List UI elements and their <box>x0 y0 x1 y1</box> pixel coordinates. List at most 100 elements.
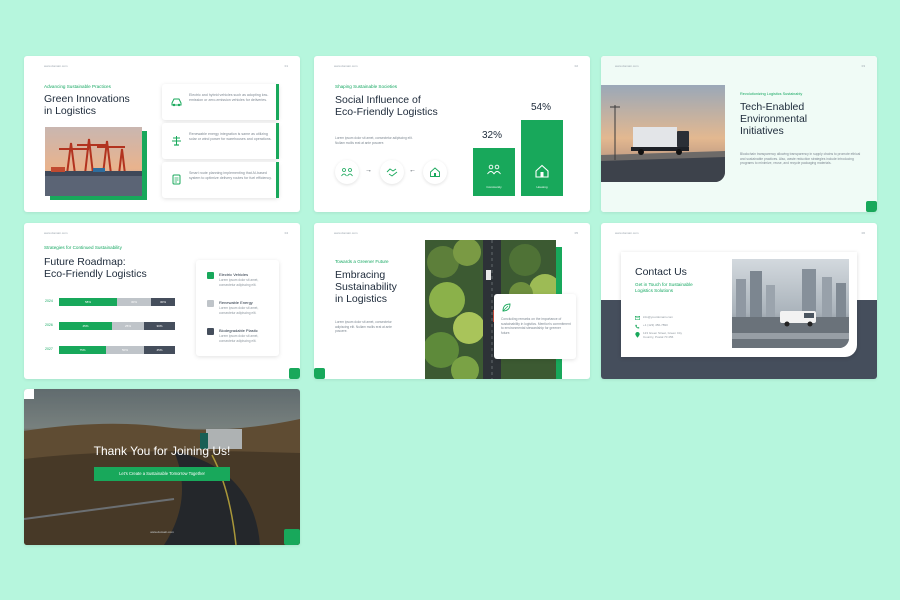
roadmap-bar-row: 2026 45% 25% 30% <box>45 322 199 330</box>
innovation-card-1: Electric and hybrid vehicles such as ado… <box>162 84 279 120</box>
contact-title: Contact Us <box>635 266 687 278</box>
checkbox-biodegradable <box>207 328 214 340</box>
slide-page-number: 02 <box>574 64 578 68</box>
arrow-left-icon: ← <box>409 167 416 174</box>
segment-renewable: 30% <box>117 298 151 306</box>
legend-body: Lorem ipsum dolor sit amet, consectetur … <box>219 278 259 287</box>
slide-title-line3: in Logistics <box>335 293 387 305</box>
segment-biodegradable: 45% <box>144 346 175 354</box>
handshake-icon <box>386 168 398 177</box>
slide-url: www.domain.com <box>615 231 639 235</box>
segment-electric: 58% <box>59 298 117 306</box>
slide-title-line2: Eco-Friendly Logistics <box>44 268 147 280</box>
stat-value-housing: 54% <box>531 102 552 113</box>
contact-address-line2: Country, Postal 70 456 <box>643 335 674 339</box>
card-accent-bar <box>276 123 279 159</box>
corner-accent <box>284 529 300 545</box>
eyebrow-text: Shaping Sustainable Societies <box>335 84 398 89</box>
segment-biodegradable: 30% <box>151 298 175 306</box>
email-icon <box>635 316 640 320</box>
port-cranes-photo <box>45 127 142 196</box>
people-icon <box>487 164 501 175</box>
body-text: Lorem ipsum dolor sit amet, consectetur … <box>335 136 413 145</box>
contact-subtitle-line1: Get in Touch for Sustainable <box>635 282 693 287</box>
legend-card: Electric Vehicles Lorem ipsum dolor sit … <box>196 260 279 356</box>
slide-thank-you[interactable]: Thank You for Joining Us! Let's Create a… <box>24 389 300 545</box>
segment-electric: 75% <box>59 346 106 354</box>
slide-title-line1: Social Influence of <box>335 94 421 106</box>
slide-page-number: 04 <box>284 231 288 235</box>
row-year: 2027 <box>45 347 53 351</box>
slide-embracing-sustainability[interactable]: www.domain.com 05 Towards a Greener Futu… <box>314 223 590 379</box>
row-year: 2026 <box>45 323 53 327</box>
segment-biodegradable: 30% <box>144 322 175 330</box>
bar-housing: Housing <box>521 120 563 196</box>
body-text: Lorem ipsum dolor sit amet, consectetur … <box>335 320 392 334</box>
slide-page-number: 05 <box>574 231 578 235</box>
house-icon <box>430 167 440 177</box>
cta-banner[interactable]: Let's Create a Sustainable Tomorrow Toge… <box>94 467 230 481</box>
slide-future-roadmap[interactable]: www.domain.com 04 Strategies for Continu… <box>24 223 300 379</box>
truck-road-photo <box>601 85 725 182</box>
city-van-photo <box>732 259 849 348</box>
legend-title: Electric Vehicles <box>219 272 249 277</box>
electric-vehicle-icon <box>171 98 182 107</box>
corner-notch <box>24 389 34 399</box>
slide-title-line1: Embracing <box>335 269 386 281</box>
roadmap-bar-row: 2027 75% 50% 45% <box>45 346 199 354</box>
slide-tech-enabled[interactable]: www.domain.com 03 Revolutionizing Logist… <box>601 56 877 212</box>
body-text: Blockchain transparency allowing transpa… <box>740 152 861 166</box>
row-year: 2024 <box>45 299 53 303</box>
bar-community: Community <box>473 148 515 196</box>
corner-accent <box>314 368 325 379</box>
slide-title-line2: Eco-Friendly Logistics <box>335 106 438 118</box>
stat-value-community: 32% <box>482 130 503 141</box>
eyebrow-text: Advancing Sustainable Practices <box>44 84 111 89</box>
slide-url: www.domain.com <box>334 231 358 235</box>
check-icon <box>208 335 213 340</box>
slide-title-line1: Tech-Enabled <box>740 101 805 113</box>
slide-url: www.domain.com <box>615 64 639 68</box>
segment-electric: 45% <box>59 322 112 330</box>
segment-renewable: 25% <box>112 322 144 330</box>
slide-social-influence[interactable]: www.domain.com 02 Shaping Sustainable So… <box>314 56 590 212</box>
renewable-energy-icon <box>172 136 181 146</box>
slide-url: www.domain.com <box>150 530 174 534</box>
slide-title-line1: Green Innovations <box>44 93 130 105</box>
community-circle <box>335 160 359 184</box>
people-icon <box>341 168 353 177</box>
concluding-card: Concluding remarks on the importance of … <box>494 294 576 359</box>
legend-title: Renewable Energy <box>219 300 253 305</box>
bar-label-community: Community <box>486 185 502 189</box>
concluding-text: Concluding remarks on the importance of … <box>501 317 571 336</box>
innovation-text-3: Smart route planning implementing that A… <box>189 171 272 180</box>
eyebrow-text: Towards a Greener Future <box>335 259 389 264</box>
arrow-right-icon: → <box>365 167 372 174</box>
slide-url: www.domain.com <box>334 64 358 68</box>
slide-title-line2: Environmental <box>740 113 808 125</box>
innovation-text-2: Renewable energy integration is same as … <box>189 132 272 141</box>
legend-title: Biodegradable Plastic <box>219 328 258 333</box>
leaf-icon <box>502 303 511 312</box>
eyebrow-text: Strategies for Continued Sustainability <box>44 245 122 250</box>
slide-green-innovations[interactable]: www.domain.com 01 Advancing Sustainable … <box>24 56 300 212</box>
slide-url: www.domain.com <box>44 64 68 68</box>
slide-title-line2: Sustainability <box>335 281 397 293</box>
roadmap-bar-row: 2024 58% 30% 30% <box>45 298 199 306</box>
thank-you-title: Thank You for Joining Us! <box>93 444 231 458</box>
check-icon <box>208 279 213 284</box>
route-planning-icon <box>172 174 181 185</box>
slide-contact-us[interactable]: www.domain.com 06 Contact Us Get in Touc… <box>601 223 877 379</box>
bar-label-housing: Housing <box>536 185 548 189</box>
slide-page-number: 01 <box>284 64 288 68</box>
innovation-card-3: Smart route planning implementing that A… <box>162 162 279 198</box>
handshake-circle <box>380 160 404 184</box>
slide-title-line1: Future Roadmap: <box>44 256 126 268</box>
checkbox-renewable <box>207 300 214 312</box>
contact-email: info@yourdomain.com <box>643 315 674 319</box>
checkbox-electric <box>207 272 214 284</box>
slide-title-line2: in Logistics <box>44 105 96 117</box>
slide-title-line3: Initiatives <box>740 125 784 137</box>
corner-accent <box>289 368 300 379</box>
check-icon <box>208 307 213 312</box>
